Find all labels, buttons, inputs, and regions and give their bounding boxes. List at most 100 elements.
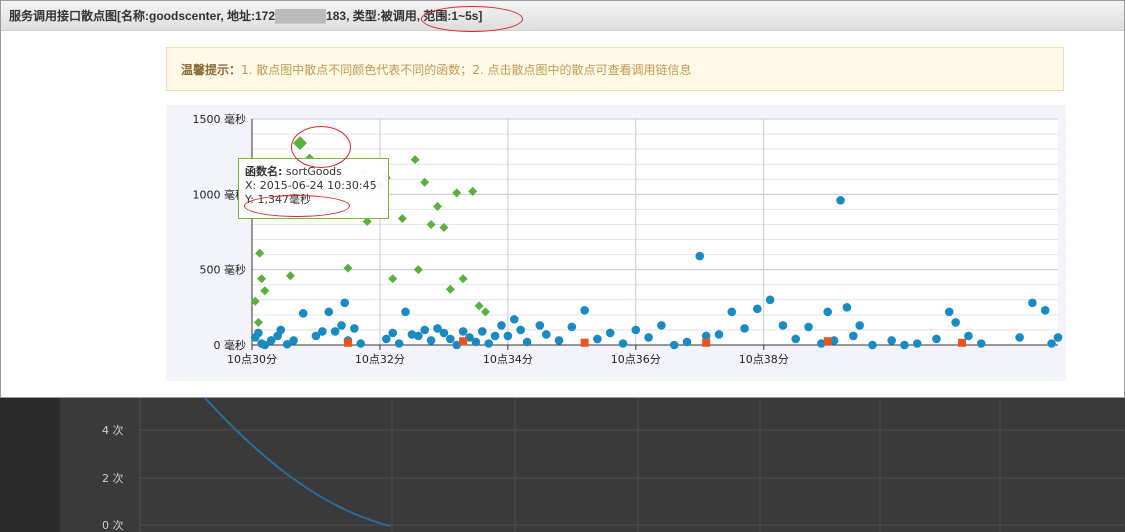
data-point-circle — [522, 337, 532, 347]
data-point-circle — [580, 306, 589, 315]
x-tick-label: 10点32分 — [355, 353, 405, 366]
x-tick-label: 10点36分 — [611, 353, 661, 366]
background-chart: 4 次 2 次 0 次 — [0, 398, 1125, 532]
data-point-circle — [1053, 333, 1063, 342]
data-point-circle — [426, 336, 436, 345]
data-point-square — [459, 337, 468, 346]
data-point-circle — [388, 328, 398, 338]
data-point-square — [958, 338, 967, 347]
data-point-circle — [714, 330, 724, 339]
data-point-square — [823, 337, 832, 346]
data-point-circle — [554, 336, 564, 345]
data-point-circle — [535, 321, 545, 330]
tooltip-func-label: 函数名: — [245, 165, 283, 178]
data-point-circle — [849, 331, 858, 341]
data-point-circle — [484, 339, 493, 348]
data-point-circle — [516, 325, 525, 335]
data-point-circle — [446, 334, 455, 344]
data-point-circle — [1015, 333, 1024, 342]
data-point-circle — [631, 325, 641, 335]
background-ytick: 4 次 — [102, 423, 124, 437]
data-point-circle — [330, 327, 340, 336]
scatter-dialog: 服务调用接口散点图[名称:goodscenter, 地址:172██████18… — [0, 0, 1125, 398]
data-point-square — [580, 338, 589, 347]
data-point-circle — [439, 328, 449, 338]
data-point-circle — [541, 330, 551, 339]
background-chart-svg: 4 次 2 次 0 次 — [60, 398, 1125, 532]
data-point-circle — [836, 196, 845, 205]
data-point-circle — [912, 339, 922, 348]
data-point-circle — [509, 315, 519, 324]
data-point-circle — [394, 339, 404, 348]
data-point-circle — [337, 321, 346, 330]
data-point-square — [702, 338, 711, 347]
hint-label: 温馨提示： — [181, 62, 242, 77]
data-point-circle — [503, 331, 513, 341]
annotation-circle-point — [291, 126, 351, 168]
background-ytick: 2 次 — [102, 471, 124, 485]
data-point-circle — [382, 334, 391, 344]
annotation-circle-y — [244, 195, 350, 217]
dialog-titlebar[interactable]: 服务调用接口散点图[名称:goodscenter, 地址:172██████18… — [1, 1, 1124, 31]
data-point-circle — [932, 334, 941, 344]
data-point-circle — [765, 295, 775, 305]
masked-ip: ██████ — [275, 9, 327, 23]
data-point-circle — [740, 324, 749, 333]
data-point-circle — [340, 298, 350, 308]
hint-text: 1. 散点图中散点不同颜色代表不同的函数；2. 点击散点图中的散点可查看调用链信… — [241, 62, 692, 77]
background-ytick: 0 次 — [102, 518, 124, 532]
data-point-circle — [944, 307, 954, 317]
data-point-circle — [618, 339, 628, 348]
data-point-circle — [1028, 298, 1037, 308]
data-point-circle — [350, 324, 359, 333]
data-point-circle — [254, 328, 263, 338]
data-point-circle — [804, 322, 813, 332]
data-point-circle — [823, 307, 833, 317]
data-point-circle — [855, 321, 864, 330]
data-point-circle — [477, 327, 487, 336]
data-point-circle — [951, 318, 960, 327]
data-point-circle — [324, 307, 334, 317]
data-point-circle — [695, 251, 705, 261]
data-point-circle — [868, 340, 877, 350]
annotation-circle-range — [421, 6, 523, 32]
tooltip-x-value: 2015-06-24 10:30:45 — [259, 179, 377, 192]
data-point-circle — [727, 307, 737, 317]
data-point-circle — [1047, 339, 1056, 348]
data-point-circle — [298, 309, 308, 318]
data-point-circle — [593, 334, 602, 344]
data-point-circle — [1040, 306, 1050, 315]
plot-area — [252, 119, 1058, 345]
data-point-circle — [753, 304, 762, 314]
y-tick-label: 1500 毫秒 — [193, 112, 247, 126]
data-point-circle — [778, 321, 788, 330]
tooltip-x-label: X: — [245, 179, 257, 192]
y-tick-label: 0 毫秒 — [214, 338, 247, 352]
data-point-circle — [318, 327, 327, 336]
hint-box: 温馨提示： 1. 散点图中散点不同颜色代表不同的函数；2. 点击散点图中的散点可… — [166, 47, 1064, 91]
y-tick-label: 500 毫秒 — [200, 263, 247, 277]
data-point-circle — [669, 340, 679, 350]
data-point-circle — [497, 321, 506, 330]
data-point-circle — [401, 307, 410, 317]
data-point-circle — [356, 339, 366, 348]
dialog-title: 服务调用接口散点图[名称:goodscenter, 地址:172██████18… — [9, 9, 483, 23]
x-tick-label: 10点38分 — [739, 353, 789, 366]
data-point-circle — [276, 325, 286, 335]
x-tick-label: 10点30分 — [227, 353, 277, 366]
data-point-circle — [887, 336, 896, 345]
data-point-circle — [900, 340, 909, 350]
data-point-circle — [414, 331, 423, 341]
data-point-circle — [682, 337, 692, 347]
data-point-square — [343, 338, 352, 347]
data-point-circle — [420, 325, 430, 335]
data-point-circle — [490, 331, 500, 341]
data-point-circle — [567, 322, 577, 332]
x-tick-label: 10点34分 — [483, 353, 533, 366]
data-point-circle — [458, 327, 468, 336]
data-point-circle — [657, 321, 666, 330]
background-plot-area — [60, 398, 1125, 532]
data-point-circle — [976, 339, 986, 348]
data-point-circle — [842, 303, 852, 312]
data-point-circle — [644, 333, 653, 342]
